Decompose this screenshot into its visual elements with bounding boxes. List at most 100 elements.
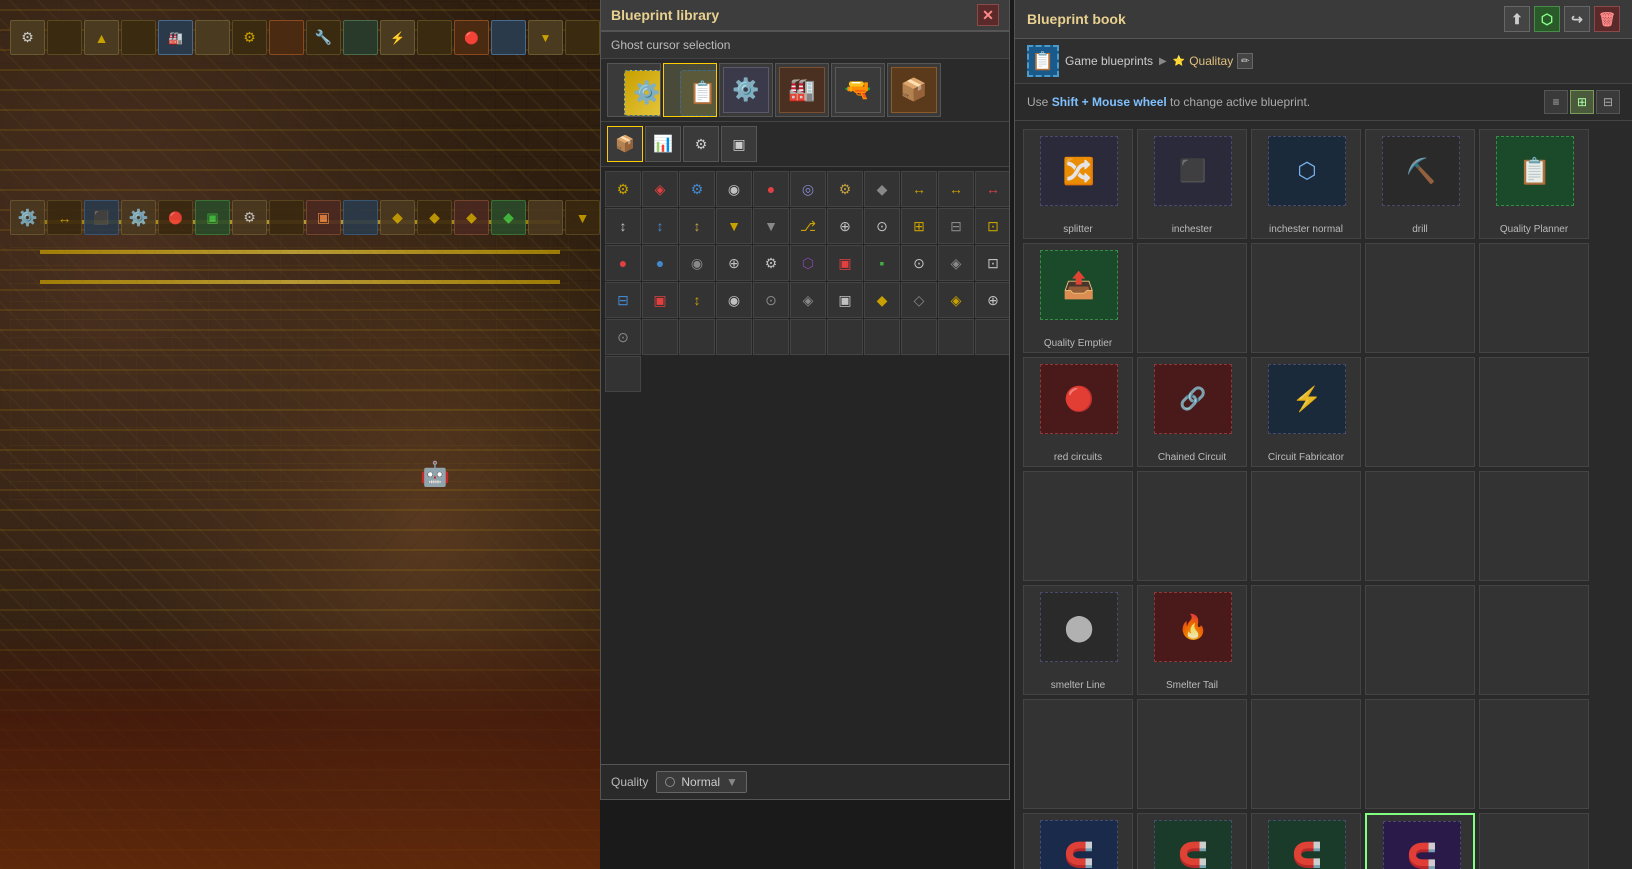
list-item[interactable]: ◉ xyxy=(679,245,715,281)
list-item[interactable]: ⚙ xyxy=(679,171,715,207)
blueprint-slot-magnetic-2[interactable]: 🧲 Magnetic 🥈 xyxy=(1137,813,1247,869)
list-item[interactable]: ▼ xyxy=(716,208,752,244)
quality-value: Normal xyxy=(681,775,720,789)
list-item[interactable]: ▣ xyxy=(827,282,863,318)
list-item[interactable]: ↔ xyxy=(938,171,974,207)
list-item[interactable]: ⎇ xyxy=(790,208,826,244)
delete-icon: 🗑 xyxy=(1598,11,1616,28)
blueprint-slot-circuit-fabricator[interactable]: ⚡ Circuit Fabricator xyxy=(1251,357,1361,467)
blueprint-slot-empty xyxy=(1479,699,1589,809)
list-item[interactable]: ◆ xyxy=(864,171,900,207)
list-item-empty xyxy=(716,319,752,355)
small-icon-1[interactable]: 📦 xyxy=(607,126,643,162)
book-export-button[interactable]: ⬡ xyxy=(1534,6,1560,32)
hint-text: Use Shift + Mouse wheel to change active… xyxy=(1027,95,1310,109)
list-item[interactable]: ⊡ xyxy=(975,245,1009,281)
list-item[interactable]: ⊙ xyxy=(753,282,789,318)
blueprint-label-inchester-normal: inchester normal xyxy=(1267,224,1345,236)
book-edit-button[interactable]: ✏ xyxy=(1237,53,1253,69)
list-item[interactable]: ⊙ xyxy=(901,245,937,281)
list-item[interactable]: ⊞ xyxy=(901,208,937,244)
blueprint-slot-empty xyxy=(1479,813,1589,869)
list-item[interactable]: ◉ xyxy=(716,171,752,207)
top-icon-4[interactable]: 🏭 xyxy=(775,63,829,117)
library-close-button[interactable]: ✕ xyxy=(977,4,999,26)
list-item[interactable]: ⊕ xyxy=(975,282,1009,318)
list-item[interactable]: ↔ xyxy=(975,171,1009,207)
blueprint-slot-splitter[interactable]: 🔀 splitter xyxy=(1023,129,1133,239)
blueprint-label-smelter-line: smelter Line xyxy=(1049,680,1107,692)
blueprint-grid-container[interactable]: 🔀 splitter ⬛ inchester ⬡ inchester norma… xyxy=(1015,121,1632,869)
list-item[interactable]: ⚙ xyxy=(827,171,863,207)
list-item[interactable]: ⚙ xyxy=(753,245,789,281)
list-item[interactable]: ⬡ xyxy=(790,245,826,281)
blueprint-slot-magnetic-4[interactable]: 🧲 Magnetic 💎 xyxy=(1365,813,1475,869)
list-item[interactable]: ◈ xyxy=(938,282,974,318)
list-item[interactable]: ● xyxy=(642,245,678,281)
blueprint-slot-chained-circuit[interactable]: 🔗 Chained Circuit xyxy=(1137,357,1247,467)
top-icon-5[interactable]: 🔫 xyxy=(831,63,885,117)
blueprint-slot-inchester-normal[interactable]: ⬡ inchester normal xyxy=(1251,129,1361,239)
list-item[interactable]: ● xyxy=(605,245,641,281)
list-item[interactable]: ◈ xyxy=(938,245,974,281)
view-compact-button[interactable]: ⊟ xyxy=(1596,90,1620,114)
breadcrumb-arrow: ▶ xyxy=(1159,56,1167,67)
top-icon-3[interactable]: ⚙️ xyxy=(719,63,773,117)
top-icon-6[interactable]: 📦 xyxy=(887,63,941,117)
view-list-button[interactable]: ≡ xyxy=(1544,90,1568,114)
list-item[interactable]: ↕ xyxy=(679,208,715,244)
blueprint-slot-smelter-line[interactable]: ⬤ smelter Line xyxy=(1023,585,1133,695)
breadcrumb-current: ⭐ Qualitay ✏ xyxy=(1173,53,1253,69)
small-icon-2[interactable]: 📊 xyxy=(645,126,681,162)
blueprint-slot-red-circuits[interactable]: 🔴 red circuits xyxy=(1023,357,1133,467)
blueprint-slot-smelter-tail[interactable]: 🔥 Smelter Tail xyxy=(1137,585,1247,695)
blueprint-slot-empty xyxy=(1251,585,1361,695)
list-item[interactable]: ⊙ xyxy=(864,208,900,244)
quality-dropdown[interactable]: Normal ▼ xyxy=(656,771,747,793)
book-delete-button[interactable]: 🗑 xyxy=(1594,6,1620,32)
blueprint-slot-empty xyxy=(1137,699,1247,809)
list-item[interactable]: ▣ xyxy=(827,245,863,281)
book-import-button[interactable]: ⬆ xyxy=(1504,6,1530,32)
list-item[interactable]: ▼ xyxy=(753,208,789,244)
list-item[interactable]: ◇ xyxy=(901,282,937,318)
items-grid-container[interactable]: ⚙ ◈ ⚙ ◉ ● ◎ ⚙ ◆ ↔ ↔ ↔ ↕ ↕ ↕ ▼ ▼ ⎇ ⊕ ⊙ ⊞ … xyxy=(601,167,1009,764)
blueprint-slot-drill[interactable]: ⛏️ drill xyxy=(1365,129,1475,239)
list-item[interactable]: ↕ xyxy=(642,208,678,244)
top-icon-1[interactable]: ⚙️ xyxy=(607,63,661,117)
list-item[interactable]: ◎ xyxy=(790,171,826,207)
blueprint-slot-empty xyxy=(1137,471,1247,581)
list-item[interactable]: ⊕ xyxy=(716,245,752,281)
list-item[interactable]: ◈ xyxy=(790,282,826,318)
breadcrumb-root[interactable]: Game blueprints xyxy=(1065,54,1153,68)
list-item[interactable]: ▣ xyxy=(642,282,678,318)
list-item[interactable]: ⚙ xyxy=(605,171,641,207)
list-item[interactable]: ↔ xyxy=(901,171,937,207)
top-icon-2[interactable]: 📋 xyxy=(663,63,717,117)
list-item-empty xyxy=(938,319,974,355)
list-item[interactable]: ⊟ xyxy=(605,282,641,318)
blueprint-slot-magnetic-1[interactable]: 🧲 Magnetic xyxy=(1023,813,1133,869)
blueprint-slot-quality-planner[interactable]: 📋 Quality Planner xyxy=(1479,129,1589,239)
view-grid-button[interactable]: ⊞ xyxy=(1570,90,1594,114)
list-item[interactable]: ⊕ xyxy=(827,208,863,244)
list-item[interactable]: ⊟ xyxy=(938,208,974,244)
list-item[interactable]: ⊙ xyxy=(605,319,641,355)
list-item[interactable]: ◆ xyxy=(864,282,900,318)
blueprint-slot-inchester[interactable]: ⬛ inchester xyxy=(1137,129,1247,239)
blueprint-slot-quality-emptier[interactable]: 📤 Quality Emptier xyxy=(1023,243,1133,353)
book-title-buttons: ⬆ ⬡ ↪ 🗑 xyxy=(1504,6,1620,32)
small-icon-4[interactable]: ▣ xyxy=(721,126,757,162)
blueprint-slot-magnetic-3[interactable]: 🧲 Magnetic 🥇 xyxy=(1251,813,1361,869)
list-item[interactable]: ↕ xyxy=(679,282,715,318)
list-item[interactable]: ▪ xyxy=(864,245,900,281)
list-item[interactable]: ⊡ xyxy=(975,208,1009,244)
list-item[interactable]: ↕ xyxy=(605,208,641,244)
list-item[interactable]: ● xyxy=(753,171,789,207)
small-icon-3[interactable]: ⚙ xyxy=(683,126,719,162)
blueprint-slot-empty xyxy=(1137,243,1247,353)
list-item[interactable]: ◈ xyxy=(642,171,678,207)
list-item[interactable]: ◉ xyxy=(716,282,752,318)
book-new-button[interactable]: ↪ xyxy=(1564,6,1590,32)
blueprint-slot-empty xyxy=(1479,357,1589,467)
